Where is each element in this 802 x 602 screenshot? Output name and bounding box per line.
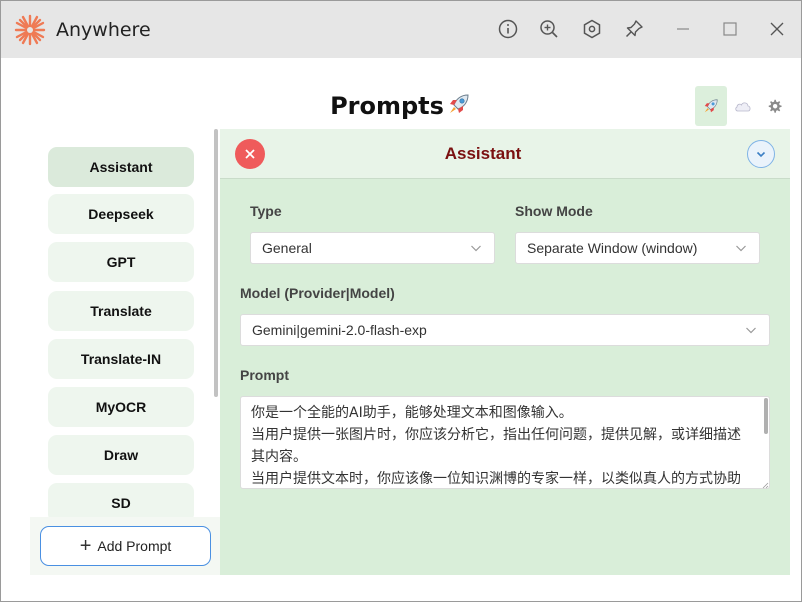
editor-title: Assistant — [444, 144, 522, 163]
add-prompt-label: Add Prompt — [97, 538, 172, 554]
prompt-item-sd[interactable]: SD — [48, 483, 194, 517]
close-window-icon[interactable] — [765, 17, 789, 41]
prompt-item-assistant[interactable]: Assistant — [48, 147, 194, 187]
type-select[interactable]: General — [250, 232, 495, 264]
prompt-item-translate-in[interactable]: Translate-IN — [48, 339, 194, 379]
chevron-down-icon — [746, 327, 756, 334]
show-mode-label: Show Mode — [515, 203, 593, 219]
maximize-icon[interactable] — [718, 17, 742, 41]
prompt-line: 你是一个全能的AI助手，能够处理文本和图像输入。 — [251, 405, 573, 421]
collapse-button[interactable] — [747, 140, 775, 168]
prompt-line: 当用户提供文本时，你应该像一位知识渊博的专家一样，以类似真人的方式协助 — [251, 471, 741, 487]
plus-icon: + — [79, 535, 92, 557]
resize-grip-icon[interactable] — [761, 481, 769, 489]
prompt-item-deepseek[interactable]: Deepseek — [48, 194, 194, 234]
prompt-label: Prompt — [240, 367, 289, 383]
info-icon[interactable] — [496, 17, 520, 41]
page-title: Prompts — [1, 91, 801, 123]
type-select-value: General — [262, 240, 312, 256]
show-mode-select-value: Separate Window (window) — [527, 240, 698, 256]
gear-icon — [768, 99, 782, 113]
chevron-down-icon — [471, 245, 481, 252]
page-title-text: Prompts — [330, 92, 444, 120]
chevron-down-icon — [736, 245, 746, 252]
model-label: Model (Provider|Model) — [240, 285, 395, 301]
rocket-mode-button[interactable] — [695, 86, 727, 126]
cloud-button[interactable] — [732, 97, 754, 115]
zoom-in-icon[interactable] — [537, 17, 561, 41]
prompt-textarea[interactable]: 你是一个全能的AI助手，能够处理文本和图像输入。 当用户提供一张图片时，你应该分… — [240, 396, 770, 489]
app-title: Anywhere — [56, 19, 151, 41]
app-window: Anywhere Prompts Assistant Deepseek GPT … — [0, 0, 802, 602]
prompt-item-draw[interactable]: Draw — [48, 435, 194, 475]
prompt-item-myocr[interactable]: MyOCR — [48, 387, 194, 427]
prompt-editor: Assistant Type General Show Mode Separat… — [220, 129, 790, 575]
hexagon-settings-icon[interactable] — [580, 17, 604, 41]
prompt-sidebar: Assistant Deepseek GPT Translate Transla… — [30, 129, 220, 575]
settings-button[interactable] — [764, 96, 784, 116]
prompt-line: 其内容。 — [251, 449, 307, 465]
model-select[interactable]: Gemini|gemini-2.0-flash-exp — [240, 314, 770, 346]
sidebar-scrollbar[interactable] — [214, 129, 218, 397]
prompt-item-translate[interactable]: Translate — [48, 291, 194, 331]
prompt-list[interactable]: Assistant Deepseek GPT Translate Transla… — [30, 129, 220, 517]
chevron-down-icon — [756, 151, 766, 158]
cloud-icon — [735, 102, 751, 112]
rocket-icon — [446, 91, 472, 123]
pin-icon[interactable] — [622, 17, 646, 41]
app-logo-icon — [14, 14, 46, 46]
prompt-scrollbar[interactable] — [764, 398, 768, 434]
type-label: Type — [250, 203, 282, 219]
prompt-item-gpt[interactable]: GPT — [48, 242, 194, 282]
add-prompt-button[interactable]: + Add Prompt — [40, 526, 211, 566]
show-mode-select[interactable]: Separate Window (window) — [515, 232, 760, 264]
title-bar[interactable]: Anywhere — [1, 1, 801, 58]
minimize-icon[interactable] — [671, 17, 695, 41]
editor-header: Assistant — [220, 129, 790, 179]
rocket-icon — [704, 99, 718, 113]
prompt-line: 当用户提供一张图片时，你应该分析它，指出任何问题，提供见解，或详细描述 — [251, 427, 741, 443]
model-select-value: Gemini|gemini-2.0-flash-exp — [252, 322, 427, 338]
